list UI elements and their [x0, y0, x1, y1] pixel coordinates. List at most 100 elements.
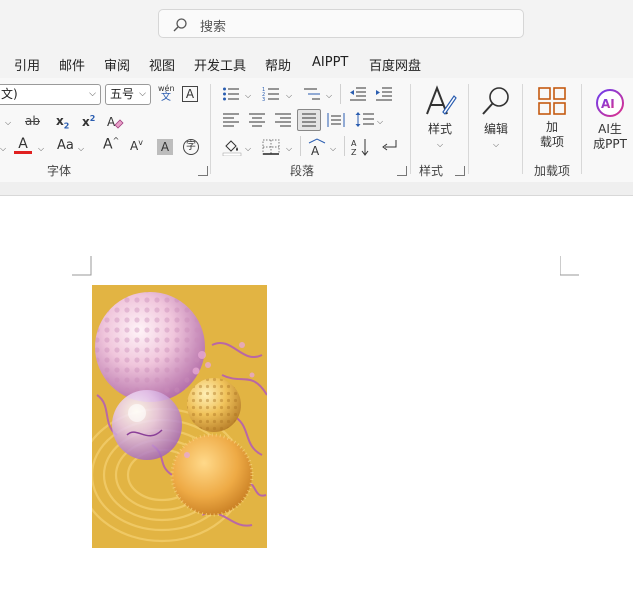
distributed-align-icon[interactable] — [327, 112, 345, 128]
ribbon-tab-bar: 引用 邮件 审阅 视图 开发工具 帮助 AIPPT 百度网盘 — [0, 46, 633, 78]
chevron-down-icon[interactable]: ⌵ — [286, 144, 292, 154]
addins-label-line1: 加 — [545, 120, 558, 134]
caret-down-icon: v — [138, 138, 143, 147]
title-bar: 搜索 — [0, 0, 633, 46]
font-group-label: 字体 — [47, 164, 72, 178]
chevron-down-icon[interactable]: ⌵ — [0, 144, 6, 154]
find-magnifier-icon — [482, 87, 509, 115]
char-shading-letter: A — [160, 140, 170, 154]
enclose-char-glyph: 字 — [186, 141, 196, 152]
align-center-icon[interactable] — [248, 112, 266, 128]
show-paragraph-marks-icon[interactable] — [380, 138, 398, 156]
chevron-down-icon[interactable]: ⌵ — [286, 91, 292, 101]
shading-icon[interactable] — [222, 138, 242, 156]
clear-formatting-icon[interactable]: A — [106, 113, 124, 131]
addins-group-label: 加载项 — [534, 164, 571, 178]
addins-label-line2: 载项 — [539, 135, 564, 149]
editing-button[interactable]: 编辑 ⌵ — [474, 84, 518, 152]
enclose-char-button[interactable]: 字 — [183, 139, 199, 155]
increase-indent-icon[interactable] — [375, 86, 393, 102]
group-divider — [210, 84, 211, 174]
change-case-button[interactable]: Aa — [57, 138, 74, 153]
divider — [344, 136, 345, 156]
tab-baidu-netdisk[interactable]: 百度网盘 — [369, 55, 421, 74]
tab-developer[interactable]: 开发工具 — [194, 55, 246, 74]
styles-dialog-launcher-icon[interactable] — [455, 166, 465, 176]
subscript-button[interactable]: x2 — [56, 114, 69, 130]
inserted-picture[interactable] — [92, 285, 267, 548]
group-divider — [410, 84, 411, 174]
superscript-button[interactable]: x2 — [82, 114, 95, 129]
font-dialog-launcher-icon[interactable] — [198, 166, 208, 176]
char-border-letter: A — [185, 87, 195, 101]
search-placeholder: 搜索 — [200, 20, 227, 35]
numbering-icon[interactable]: 1 2 3 — [262, 86, 280, 102]
svg-text:3: 3 — [262, 97, 265, 102]
search-box[interactable]: 搜索 — [158, 9, 524, 38]
align-right-icon[interactable] — [274, 112, 292, 128]
chevron-down-icon[interactable]: ⌵ — [78, 144, 84, 154]
phonetic-bottom: 文 — [161, 92, 171, 103]
document-page[interactable] — [0, 196, 633, 612]
ai-label-line2: 成PPT — [593, 137, 627, 151]
tab-help[interactable]: 帮助 — [265, 55, 291, 74]
svg-text:A: A — [107, 115, 116, 129]
divider — [340, 84, 341, 104]
char-border-button[interactable]: A — [182, 86, 198, 102]
addins-button[interactable]: 加 载项 — [530, 86, 574, 150]
justify-button[interactable] — [297, 109, 321, 131]
line-spacing-icon[interactable] — [355, 111, 375, 129]
font-color-button[interactable]: A — [14, 136, 32, 154]
align-left-icon[interactable] — [222, 112, 240, 128]
chevron-down-icon[interactable]: ⌵ — [245, 144, 251, 154]
subscript-base: x — [56, 114, 64, 128]
bullets-icon[interactable] — [222, 86, 240, 102]
chevron-down-icon[interactable]: ⌵ — [245, 91, 251, 101]
font-name-select[interactable]: 文) ⌵ — [0, 84, 101, 105]
superscript-digit: 2 — [89, 114, 96, 123]
group-divider — [522, 84, 523, 174]
ai-generate-ppt-button[interactable]: AI AI生 成PPT — [588, 88, 632, 152]
tab-view[interactable]: 视图 — [149, 55, 175, 74]
decrease-indent-icon[interactable] — [349, 86, 367, 102]
svg-text:Z: Z — [351, 148, 357, 157]
font-color-letter: A — [18, 136, 28, 152]
subscript-digit: 2 — [63, 121, 70, 131]
paragraph-group-label: 段落 — [290, 164, 315, 178]
font-size-select[interactable]: 五号 ⌵ — [105, 84, 151, 105]
chevron-down-icon[interactable]: ⌵ — [38, 144, 44, 154]
chevron-down-icon[interactable]: ⌵ — [326, 91, 332, 101]
char-shading-button[interactable]: A — [157, 139, 173, 155]
divider — [300, 136, 301, 156]
tab-references[interactable]: 引用 — [14, 55, 40, 74]
styles-button[interactable]: 样式 ⌵ — [418, 84, 462, 152]
chevron-down-icon[interactable]: ⌵ — [5, 118, 11, 128]
grow-font-button[interactable]: A^ — [103, 136, 119, 153]
font-name-value: 文) — [1, 87, 18, 101]
sort-icon[interactable]: A Z — [350, 137, 372, 157]
grow-font-letter: A — [103, 136, 113, 153]
ai-logo-icon: AI — [596, 89, 624, 117]
tab-aippt[interactable]: AIPPT — [312, 55, 348, 70]
tab-mailings[interactable]: 邮件 — [59, 55, 85, 74]
ribbon: 文) ⌵ 五号 ⌵ wén 文 A ⌵ ab x2 x2 A ⌵ A ⌵ Aa … — [0, 78, 633, 183]
asian-layout-icon[interactable]: A — [307, 137, 327, 157]
group-divider — [468, 84, 469, 174]
font-size-value: 五号 — [110, 87, 135, 101]
paragraph-dialog-launcher-icon[interactable] — [397, 166, 407, 176]
ribbon-document-gap — [0, 182, 633, 196]
group-divider — [581, 84, 582, 174]
styles-group-label: 样式 — [419, 164, 444, 178]
borders-icon[interactable] — [262, 139, 280, 155]
phonetic-guide-button[interactable]: wén 文 — [158, 84, 175, 103]
chevron-down-icon[interactable]: ⌵ — [330, 144, 336, 154]
strikethrough-button[interactable]: ab — [25, 114, 40, 128]
tab-review[interactable]: 审阅 — [104, 55, 130, 74]
chevron-down-icon[interactable]: ⌵ — [377, 117, 383, 127]
shrink-font-button[interactable]: Av — [130, 138, 143, 153]
editing-button-label: 编辑 — [483, 122, 508, 136]
multilevel-list-icon[interactable] — [303, 86, 321, 102]
svg-text:A: A — [311, 144, 320, 157]
justify-icon — [302, 113, 316, 127]
chevron-down-icon: ⌵ — [436, 140, 444, 149]
